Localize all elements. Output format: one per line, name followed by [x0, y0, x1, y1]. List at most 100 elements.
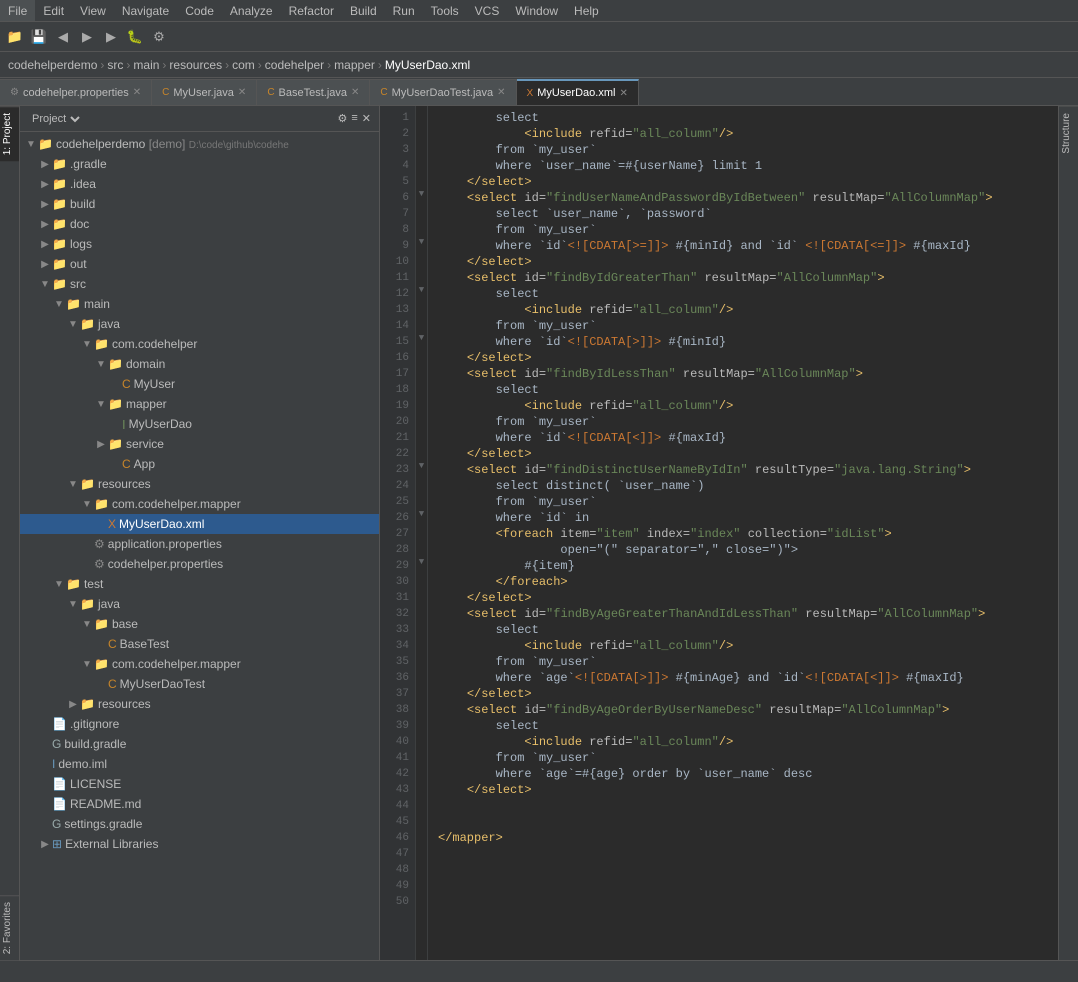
tab-codehelper-properties[interactable]: ⚙ codehelper.properties ✕ — [0, 79, 152, 105]
fold-marker[interactable]: ▼ — [416, 330, 427, 346]
tree-item-mapper[interactable]: ▼ 📁 mapper — [20, 394, 379, 414]
breadcrumb-item[interactable]: codehelperdemo — [8, 58, 97, 72]
tree-item-resources-test[interactable]: ▶ 📁 resources — [20, 694, 379, 714]
tree-item-license[interactable]: ▶ 📄 LICENSE — [20, 774, 379, 794]
fold-marker[interactable]: ▼ — [416, 282, 427, 298]
menu-code[interactable]: Code — [177, 0, 222, 21]
menu-window[interactable]: Window — [507, 0, 566, 21]
fold-marker[interactable]: ▼ — [416, 506, 427, 522]
tree-item-main[interactable]: ▼ 📁 main — [20, 294, 379, 314]
vtab-project[interactable]: 1: Project — [0, 106, 19, 161]
tree-item-demo-iml[interactable]: ▶ I demo.iml — [20, 754, 379, 774]
tree-item-logs[interactable]: ▶ 📁 logs — [20, 234, 379, 254]
fold-marker[interactable]: ▼ — [416, 186, 427, 202]
tree-item-ext-libraries[interactable]: ▶ ⊞ External Libraries — [20, 834, 379, 854]
breadcrumb-item[interactable]: main — [133, 58, 159, 72]
toolbar-open[interactable]: 📁 — [4, 26, 26, 48]
tree-item-out[interactable]: ▶ 📁 out — [20, 254, 379, 274]
vtab-favorites[interactable]: 2: Favorites — [0, 895, 19, 960]
tree-item-test[interactable]: ▼ 📁 test — [20, 574, 379, 594]
tab-icon: C — [380, 87, 387, 98]
toolbar-run[interactable]: ▶ — [100, 26, 122, 48]
tree-item-src[interactable]: ▼ 📁 src — [20, 274, 379, 294]
tree-item-app-prop[interactable]: ▶ ⚙ application.properties — [20, 534, 379, 554]
sidebar-icon-gear[interactable]: ⚙ — [337, 112, 347, 125]
menu-file[interactable]: File — [0, 0, 35, 21]
code-editor[interactable]: select <include refid="all_column"/> fro… — [428, 106, 1058, 960]
tab-close[interactable]: ✕ — [351, 87, 359, 98]
tree-item-myuserdaotest[interactable]: ▶ C MyUserDaoTest — [20, 674, 379, 694]
breadcrumb-item[interactable]: mapper — [334, 58, 375, 72]
tree-item-gitignore[interactable]: ▶ 📄 .gitignore — [20, 714, 379, 734]
tab-myuser-java[interactable]: C MyUser.java ✕ — [152, 79, 257, 105]
menu-vcs[interactable]: VCS — [467, 0, 508, 21]
tree-item-domain[interactable]: ▼ 📁 domain — [20, 354, 379, 374]
breadcrumb-item[interactable]: com — [232, 58, 255, 72]
tree-item-java[interactable]: ▼ 📁 java — [20, 314, 379, 334]
tree-item-com-codehelper-mapper[interactable]: ▼ 📁 com.codehelper.mapper — [20, 494, 379, 514]
breadcrumb-item-active[interactable]: MyUserDao.xml — [385, 58, 470, 72]
tree-item-app[interactable]: ▶ C App — [20, 454, 379, 474]
tab-basetest-java[interactable]: C BaseTest.java ✕ — [257, 79, 370, 105]
fold-marker[interactable]: ▼ — [416, 234, 427, 250]
tree-arrow: ▼ — [66, 479, 80, 490]
menu-tools[interactable]: Tools — [423, 0, 467, 21]
toolbar-forward[interactable]: ▶ — [76, 26, 98, 48]
menu-refactor[interactable]: Refactor — [281, 0, 342, 21]
tab-myuserdao-xml[interactable]: X MyUserDao.xml ✕ — [517, 79, 639, 105]
toolbar-settings[interactable]: ⚙ — [148, 26, 170, 48]
menu-analyze[interactable]: Analyze — [222, 0, 281, 21]
tree-item-resources[interactable]: ▼ 📁 resources — [20, 474, 379, 494]
editor-content[interactable]: 12345 678910 1112131415 1617181920 21222… — [380, 106, 1058, 960]
tree-item-gradle[interactable]: ▶ 📁 .gradle — [20, 154, 379, 174]
breadcrumb-item[interactable]: resources — [169, 58, 222, 72]
tree-item-myuserdao-xml[interactable]: ▶ X MyUserDao.xml — [20, 514, 379, 534]
tree-label: service — [126, 437, 375, 451]
file-icon: 📄 — [52, 777, 67, 791]
menu-view[interactable]: View — [72, 0, 114, 21]
menu-build[interactable]: Build — [342, 0, 385, 21]
tree-root[interactable]: ▼ 📁 codehelperdemo [demo] D:\code\github… — [20, 134, 379, 154]
tree-item-com-codehelper-mapper-test[interactable]: ▼ 📁 com.codehelper.mapper — [20, 654, 379, 674]
tree-item-java-test[interactable]: ▼ 📁 java — [20, 594, 379, 614]
menu-help[interactable]: Help — [566, 0, 607, 21]
menu-navigate[interactable]: Navigate — [114, 0, 177, 21]
folder-icon: 📁 — [94, 617, 109, 631]
tree-item-idea[interactable]: ▶ 📁 .idea — [20, 174, 379, 194]
interface-icon: I — [122, 417, 126, 432]
menu-edit[interactable]: Edit — [35, 0, 72, 21]
vtab-structure[interactable]: Structure — [1059, 106, 1078, 160]
tree-item-doc[interactable]: ▶ 📁 doc — [20, 214, 379, 234]
fold-marker[interactable]: ▼ — [416, 458, 427, 474]
tree-item-myuser[interactable]: ▶ C MyUser — [20, 374, 379, 394]
tree-item-myuserdao[interactable]: ▶ I MyUserDao — [20, 414, 379, 434]
tab-close[interactable]: ✕ — [497, 87, 505, 98]
tree-item-build-gradle[interactable]: ▶ G build.gradle — [20, 734, 379, 754]
breadcrumb-item[interactable]: src — [107, 58, 123, 72]
menu-run[interactable]: Run — [385, 0, 423, 21]
tree-label: BaseTest — [120, 637, 375, 651]
tab-close[interactable]: ✕ — [133, 87, 141, 98]
toolbar-debug[interactable]: 🐛 — [124, 26, 146, 48]
tab-close[interactable]: ✕ — [619, 88, 627, 99]
tree-item-base[interactable]: ▼ 📁 base — [20, 614, 379, 634]
tab-close[interactable]: ✕ — [238, 87, 246, 98]
tree-arrow: ▼ — [66, 319, 80, 330]
tree-label: .gitignore — [70, 717, 375, 731]
tab-myuserdaotest-java[interactable]: C MyUserDaoTest.java ✕ — [370, 79, 516, 105]
sidebar-icon-close[interactable]: ✕ — [362, 112, 371, 125]
tree-item-settings-gradle[interactable]: ▶ G settings.gradle — [20, 814, 379, 834]
toolbar-back[interactable]: ◀ — [52, 26, 74, 48]
breadcrumb-item[interactable]: codehelper — [265, 58, 324, 72]
sidebar-scope-select[interactable]: Project — [28, 112, 83, 126]
tree-item-readme[interactable]: ▶ 📄 README.md — [20, 794, 379, 814]
fold-marker[interactable]: ▼ — [416, 554, 427, 570]
tree-item-service[interactable]: ▶ 📁 service — [20, 434, 379, 454]
toolbar-save[interactable]: 💾 — [28, 26, 50, 48]
tree-item-basetest[interactable]: ▶ C BaseTest — [20, 634, 379, 654]
tree-label: MyUser — [134, 377, 375, 391]
tree-item-codehelper-prop[interactable]: ▶ ⚙ codehelper.properties — [20, 554, 379, 574]
sidebar-icon-collapse[interactable]: ≡ — [351, 112, 357, 125]
tree-item-build[interactable]: ▶ 📁 build — [20, 194, 379, 214]
tree-item-com-codehelper[interactable]: ▼ 📁 com.codehelper — [20, 334, 379, 354]
